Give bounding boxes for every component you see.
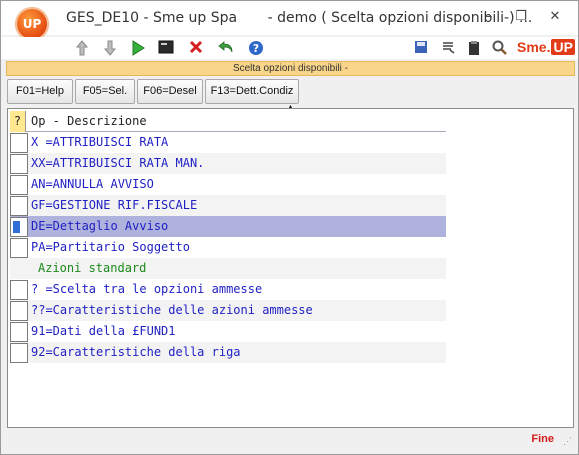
header-label: Op - Descrizione bbox=[31, 114, 147, 128]
option-row-selected[interactable]: DE=Dettaglio Avviso bbox=[10, 216, 446, 237]
option-input[interactable] bbox=[10, 196, 28, 216]
save-icon[interactable] bbox=[410, 37, 432, 59]
option-input[interactable] bbox=[10, 133, 28, 153]
title-bar: UP GES_DE10 - Sme up Spa - demo ( Scelta… bbox=[1, 1, 578, 41]
cancel-icon[interactable] bbox=[185, 37, 207, 59]
option-text: ??=Caratteristiche delle azioni ammesse bbox=[31, 303, 313, 317]
svg-text:?: ? bbox=[253, 42, 259, 55]
option-text: ? =Scelta tra le opzioni ammesse bbox=[31, 282, 263, 296]
brand-badge: UP bbox=[551, 39, 575, 55]
window-title-main: GES_DE10 - Sme up Spa bbox=[66, 10, 238, 26]
f13-detail-button[interactable]: F13=Dett.Condiz bbox=[205, 79, 299, 104]
option-text: GF=GESTIONE RIF.FISCALE bbox=[31, 198, 198, 212]
option-input[interactable] bbox=[10, 175, 28, 195]
status-bar: Fine ⋰ bbox=[7, 431, 574, 449]
f01-help-button[interactable]: F01=Help bbox=[7, 79, 73, 104]
option-text: 91=Dati della £FUND1 bbox=[31, 324, 176, 338]
option-input[interactable] bbox=[10, 301, 28, 321]
option-input[interactable] bbox=[10, 280, 28, 300]
smeup-brand-logo: Sme. UP bbox=[517, 39, 575, 57]
header-band: Scelta opzioni disponibili - bbox=[6, 61, 575, 76]
option-row[interactable]: PA=Partitario Soggetto bbox=[10, 237, 446, 258]
option-text: XX=ATTRIBUISCI RATA MAN. bbox=[31, 156, 205, 170]
resize-grip-icon[interactable]: ⋰ bbox=[563, 436, 572, 447]
option-row[interactable]: ??=Caratteristiche delle azioni ammesse bbox=[10, 300, 446, 321]
logo-text: UP bbox=[22, 17, 42, 31]
f05-select-button[interactable]: F05=Sel. bbox=[75, 79, 135, 104]
toolbar: ? Sme. UP bbox=[1, 37, 578, 59]
option-input[interactable] bbox=[10, 322, 28, 342]
app-logo-icon: UP bbox=[15, 7, 49, 41]
option-input[interactable] bbox=[10, 343, 28, 363]
option-row[interactable]: XX=ATTRIBUISCI RATA MAN. bbox=[10, 153, 446, 174]
option-input[interactable] bbox=[10, 154, 28, 174]
section-title: Azioni standard bbox=[38, 261, 147, 275]
undo-icon[interactable] bbox=[215, 37, 237, 59]
option-text: AN=ANNULLA AVVISO bbox=[31, 177, 154, 191]
option-text: X =ATTRIBUISCI RATA bbox=[31, 135, 169, 149]
arrow-down-icon[interactable] bbox=[99, 37, 121, 59]
option-row[interactable]: GF=GESTIONE RIF.FISCALE bbox=[10, 195, 446, 216]
option-row[interactable]: AN=ANNULLA AVVISO bbox=[10, 174, 446, 195]
text-cursor bbox=[13, 221, 20, 233]
section-header-row: Azioni standard bbox=[10, 258, 446, 279]
window-title: GES_DE10 - Sme up Spa - demo ( Scelta op… bbox=[66, 10, 532, 26]
brand-text: Sme. bbox=[517, 39, 551, 55]
option-text: 92=Caratteristiche della riga bbox=[31, 345, 241, 359]
option-row[interactable]: 91=Dati della £FUND1 bbox=[10, 321, 446, 342]
option-input[interactable] bbox=[10, 238, 28, 258]
grid-header: ? Op - Descrizione bbox=[10, 111, 446, 132]
options-panel: ? Op - Descrizione X =ATTRIBUISCI RATA X… bbox=[7, 108, 574, 428]
option-text: DE=Dettaglio Avviso bbox=[31, 219, 169, 233]
header-marker: ? bbox=[10, 111, 26, 132]
console-icon[interactable] bbox=[155, 37, 177, 59]
search-icon[interactable] bbox=[489, 37, 511, 59]
restore-button[interactable]: ❐ bbox=[507, 6, 535, 28]
minimize-button[interactable]: – bbox=[475, 6, 503, 28]
arrow-up-icon[interactable] bbox=[71, 37, 93, 59]
app-window: UP GES_DE10 - Sme up Spa - demo ( Scelta… bbox=[0, 0, 579, 455]
play-icon[interactable] bbox=[127, 37, 149, 59]
option-text: PA=Partitario Soggetto bbox=[31, 240, 190, 254]
f06-deselect-button[interactable]: F06=Desel bbox=[137, 79, 203, 104]
clipboard-icon[interactable] bbox=[463, 37, 485, 59]
status-text: Fine bbox=[531, 433, 554, 445]
list-icon[interactable] bbox=[437, 37, 459, 59]
option-input[interactable] bbox=[10, 217, 28, 237]
help-icon[interactable]: ? bbox=[245, 37, 267, 59]
close-button[interactable]: ✕ bbox=[541, 6, 569, 28]
option-row[interactable]: 92=Caratteristiche della riga bbox=[10, 342, 446, 363]
option-row[interactable]: X =ATTRIBUISCI RATA bbox=[10, 132, 446, 153]
option-row[interactable]: ? =Scelta tra le opzioni ammesse bbox=[10, 279, 446, 300]
